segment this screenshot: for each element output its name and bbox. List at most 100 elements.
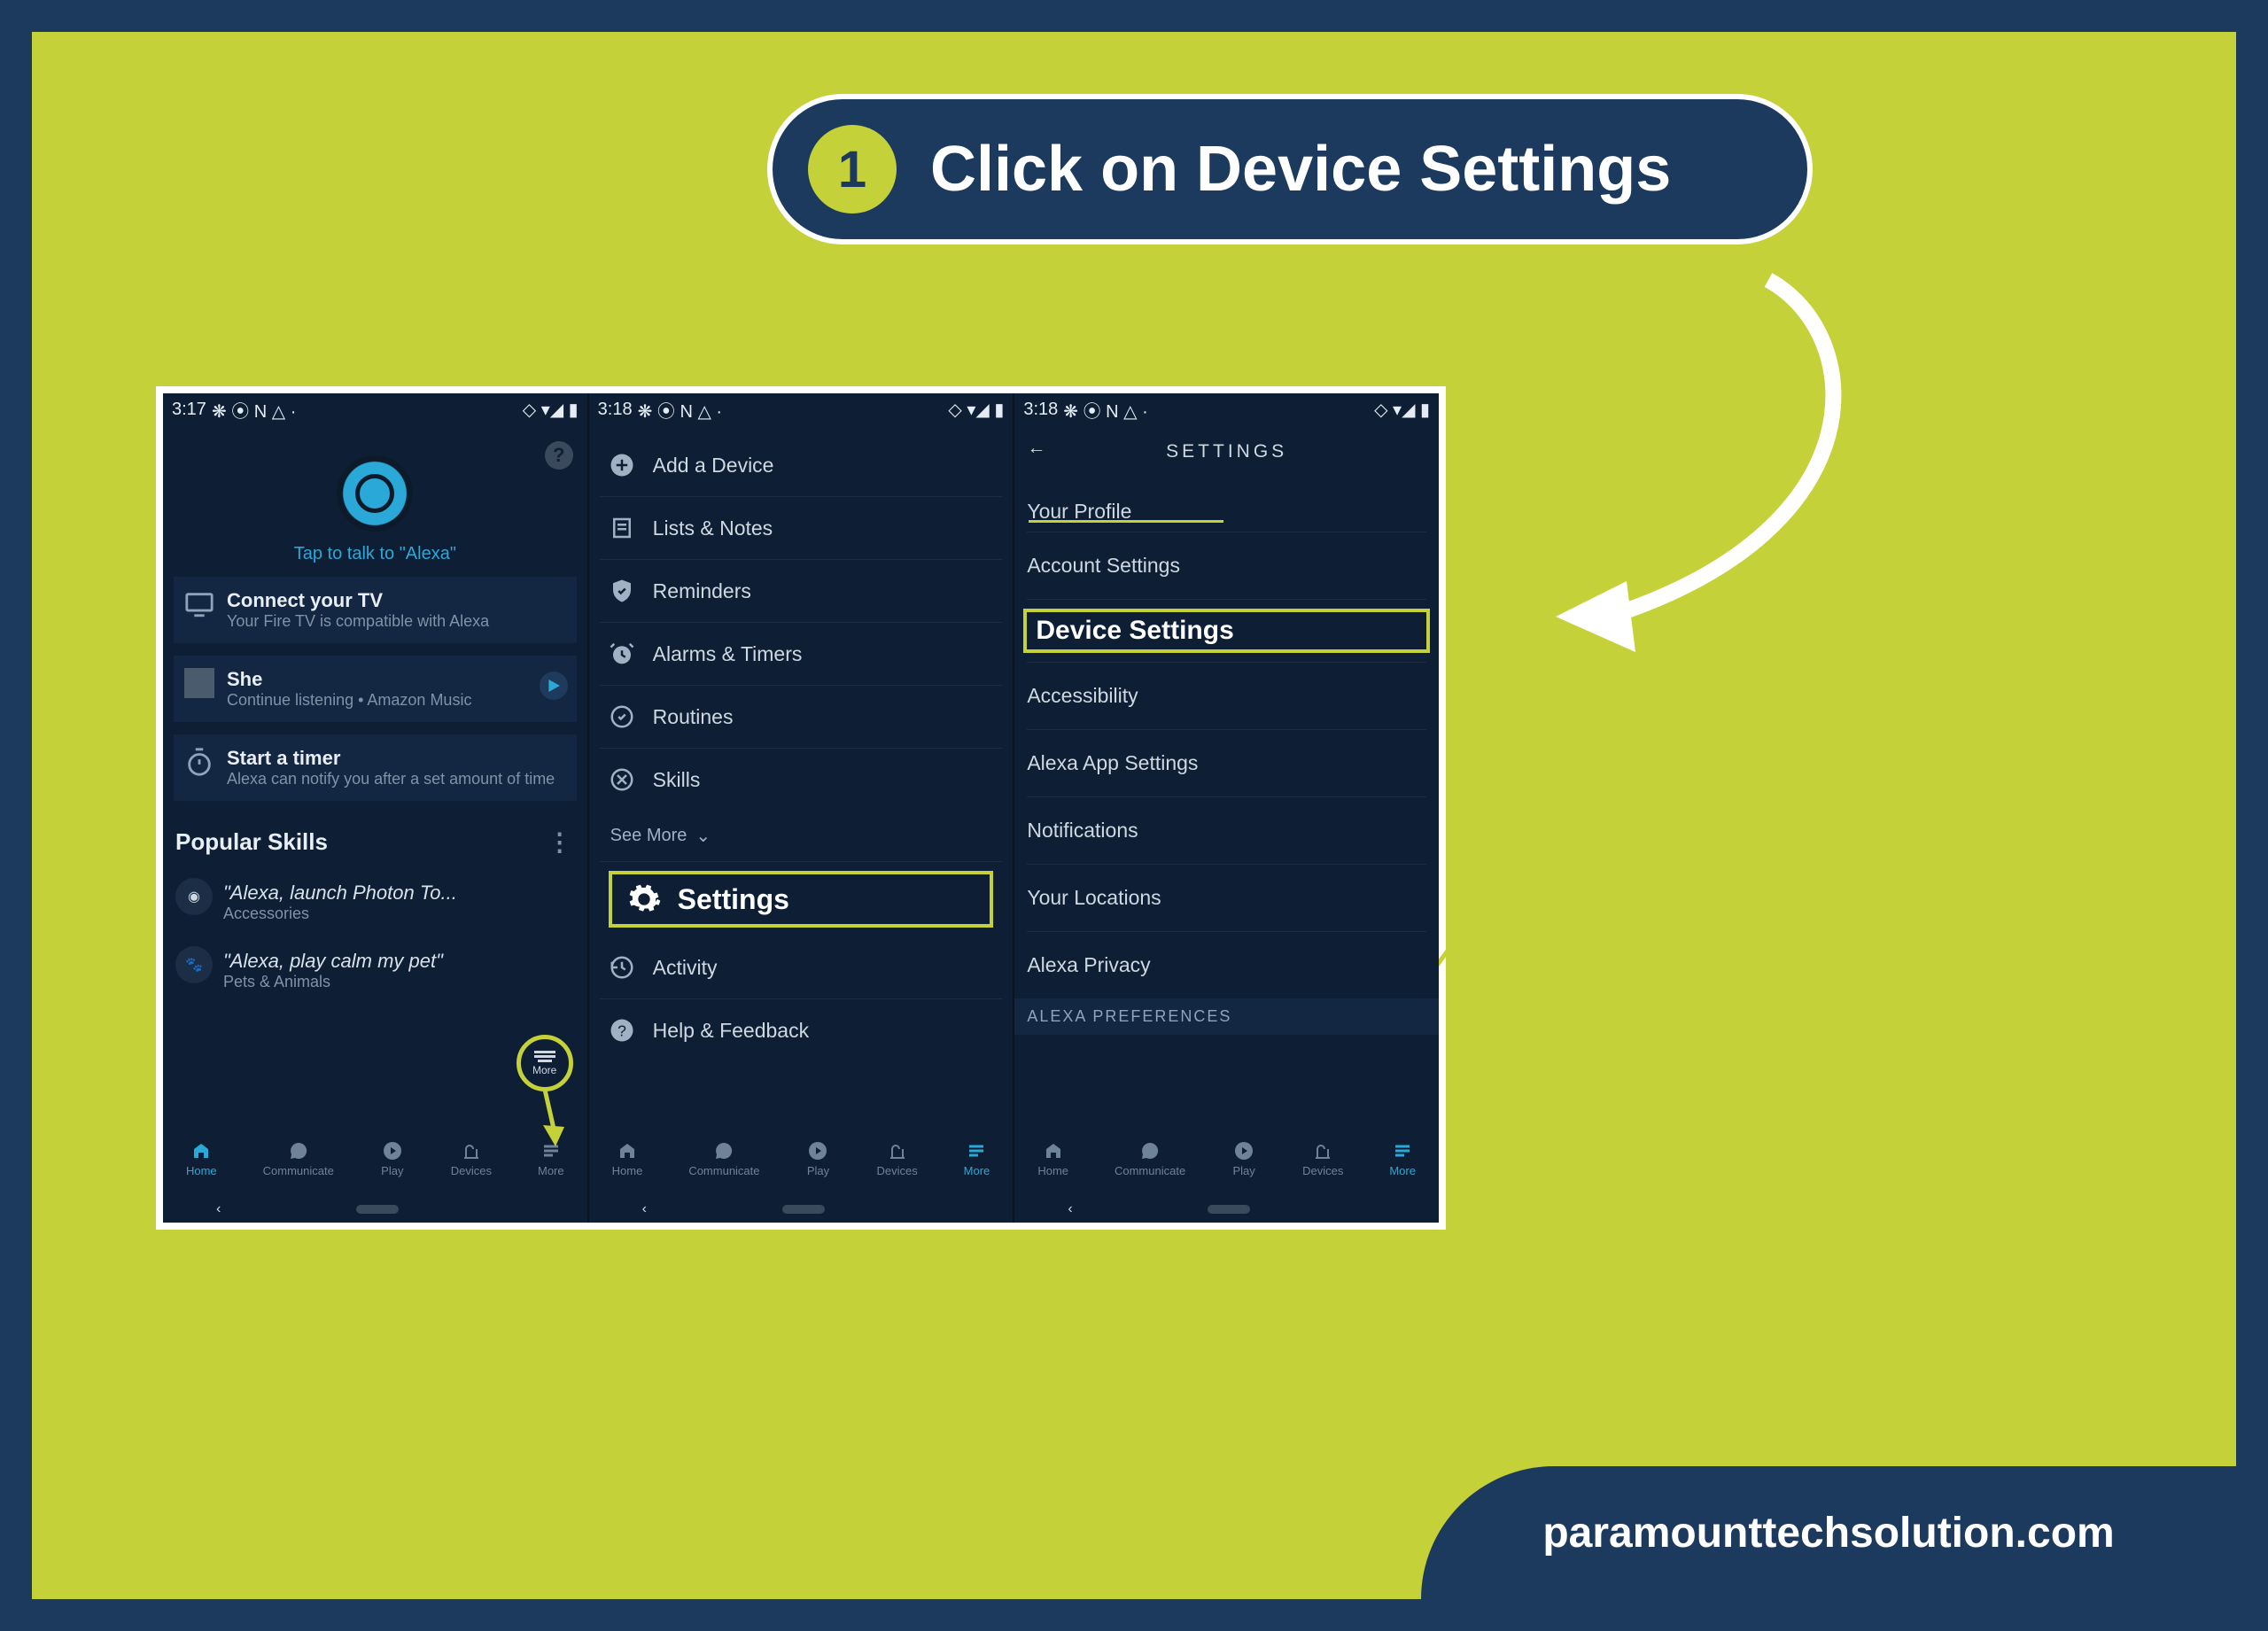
android-soft-bar: ‹ <box>589 1196 1014 1223</box>
nav-home[interactable]: Home <box>612 1140 643 1177</box>
nav-communicate[interactable]: Communicate <box>688 1140 759 1177</box>
alarm-icon <box>609 641 635 667</box>
setting-locations[interactable]: Your Locations <box>1027 865 1426 932</box>
card-timer[interactable]: Start a timer Alexa can notify you after… <box>174 734 577 801</box>
nav-more[interactable]: More <box>1389 1140 1416 1177</box>
setting-app[interactable]: Alexa App Settings <box>1027 730 1426 797</box>
status-time: 3:17 <box>172 400 206 420</box>
status-icons: ❋ ⦿ N △ · <box>638 397 722 423</box>
help-icon[interactable]: ? <box>545 441 573 470</box>
back-arrow-icon[interactable]: ← <box>1027 438 1049 459</box>
menu-add-device[interactable]: Add a Device <box>600 434 1003 497</box>
bottom-nav: Home Communicate Play Devices More <box>589 1127 1014 1196</box>
nav-devices[interactable]: Devices <box>876 1140 917 1177</box>
nav-home[interactable]: Home <box>186 1140 217 1177</box>
skill-category: Pets & Animals <box>223 973 575 991</box>
status-bar: 3:18❋ ⦿ N △ · ◇ ▾◢ ▮ <box>589 393 1014 425</box>
svg-text:?: ? <box>617 1021 626 1039</box>
setting-account[interactable]: Account Settings <box>1027 532 1426 600</box>
list-icon <box>609 515 635 541</box>
check-shield-icon <box>609 578 635 604</box>
card-sub: Alexa can notify you after a set amount … <box>227 770 564 788</box>
nav-devices[interactable]: Devices <box>451 1140 492 1177</box>
status-right-icons: ◇ ▾◢ ▮ <box>1374 399 1430 421</box>
status-icons: ❋ ⦿ N △ · <box>212 397 296 423</box>
setting-accessibility[interactable]: Accessibility <box>1027 663 1426 730</box>
skill-icon: 🐾 <box>175 946 213 983</box>
setting-privacy[interactable]: Alexa Privacy <box>1027 932 1426 998</box>
nav-play[interactable]: Play <box>1231 1140 1256 1177</box>
routines-icon <box>609 703 635 730</box>
status-icons: ❋ ⦿ N △ · <box>1063 397 1147 423</box>
plus-circle-icon <box>609 452 635 478</box>
status-right-icons: ◇ ▾◢ ▮ <box>948 399 1004 421</box>
card-she[interactable]: She Continue listening • Amazon Music <box>174 656 577 722</box>
profile-underline <box>1029 520 1223 523</box>
card-title: Start a timer <box>227 747 564 770</box>
setting-notifications[interactable]: Notifications <box>1027 797 1426 865</box>
website-credit: paramounttechsolution.com <box>1421 1466 2236 1599</box>
screen-settings: 3:18❋ ⦿ N △ · ◇ ▾◢ ▮ ← SETTINGS Your Pro… <box>1013 393 1439 1223</box>
nav-play[interactable]: Play <box>380 1140 405 1177</box>
more-label: More <box>532 1064 556 1076</box>
more-menu-list: Add a Device Lists & Notes Reminders Ala… <box>600 434 1003 1127</box>
stopwatch-icon <box>184 747 214 777</box>
skill-title: "Alexa, play calm my pet" <box>223 950 575 973</box>
settings-title: SETTINGS <box>1166 441 1287 462</box>
screenshot-row: 3:17 ❋ ⦿ N △ · ◇ ▾◢ ▮ ? Tap to talk to "A… <box>156 386 1446 1230</box>
play-icon[interactable] <box>540 672 568 700</box>
skills-icon <box>609 766 635 793</box>
tv-icon <box>184 589 214 619</box>
step-text: Click on Device Settings <box>930 133 1671 206</box>
nav-communicate[interactable]: Communicate <box>263 1140 334 1177</box>
skill-icon: ◉ <box>175 878 213 915</box>
nav-devices[interactable]: Devices <box>1302 1140 1343 1177</box>
status-time: 3:18 <box>1023 400 1058 420</box>
menu-activity[interactable]: Activity <box>600 936 1003 999</box>
chevron-down-icon: ⌄ <box>695 825 711 847</box>
menu-lists[interactable]: Lists & Notes <box>600 497 1003 560</box>
arrow-annotation <box>1449 262 1892 687</box>
card-sub: Your Fire TV is compatible with Alexa <box>227 612 564 631</box>
settings-header: ← SETTINGS <box>1014 425 1439 478</box>
preferences-header: ALEXA PREFERENCES <box>1014 998 1439 1035</box>
status-time: 3:18 <box>598 400 633 420</box>
status-right-icons: ◇ ▾◢ ▮ <box>523 399 579 421</box>
see-more[interactable]: See More⌄ <box>600 811 1003 862</box>
gear-icon <box>626 882 662 917</box>
card-connect-tv[interactable]: Connect your TV Your Fire TV is compatib… <box>174 577 577 643</box>
tap-to-talk[interactable]: Tap to talk to "Alexa" <box>163 544 587 564</box>
screen-more-menu: 3:18❋ ⦿ N △ · ◇ ▾◢ ▮ Add a Device Lists … <box>587 393 1014 1223</box>
skill-pet[interactable]: 🐾 "Alexa, play calm my pet" Pets & Anima… <box>175 941 575 1000</box>
music-thumb-icon <box>184 668 214 698</box>
skill-title: "Alexa, launch Photon To... <box>223 882 575 905</box>
nav-home[interactable]: Home <box>1037 1140 1068 1177</box>
alexa-logo[interactable] <box>337 455 413 532</box>
vertical-dots-icon[interactable]: ⋮ <box>548 827 575 857</box>
menu-settings-highlighted[interactable]: Settings <box>609 871 994 928</box>
card-title: Connect your TV <box>227 589 564 612</box>
android-soft-bar: ‹ <box>163 1196 587 1223</box>
nav-play[interactable]: Play <box>805 1140 830 1177</box>
status-bar: 3:17 ❋ ⦿ N △ · ◇ ▾◢ ▮ <box>163 393 587 425</box>
menu-alarms[interactable]: Alarms & Timers <box>600 623 1003 686</box>
menu-skills[interactable]: Skills <box>600 749 1003 811</box>
history-icon <box>609 954 635 981</box>
setting-device-highlighted[interactable]: Device Settings <box>1023 609 1430 653</box>
arrow-down-icon <box>529 1090 564 1148</box>
nav-communicate[interactable]: Communicate <box>1115 1140 1185 1177</box>
help-circle-icon: ? <box>609 1017 635 1044</box>
android-soft-bar: ‹ <box>1014 1196 1439 1223</box>
screen-home: 3:17 ❋ ⦿ N △ · ◇ ▾◢ ▮ ? Tap to talk to "A… <box>163 393 587 1223</box>
nav-more[interactable]: More <box>964 1140 990 1177</box>
bottom-nav: Home Communicate Play Devices More <box>1014 1127 1439 1196</box>
menu-help[interactable]: ?Help & Feedback <box>600 999 1003 1061</box>
status-bar: 3:18❋ ⦿ N △ · ◇ ▾◢ ▮ <box>1014 393 1439 425</box>
bottom-nav: Home Communicate Play Devices More <box>163 1127 587 1196</box>
card-title: She <box>227 668 564 691</box>
menu-routines[interactable]: Routines <box>600 686 1003 749</box>
menu-reminders[interactable]: Reminders <box>600 560 1003 623</box>
more-tab-highlight: More <box>517 1035 573 1091</box>
card-sub: Continue listening • Amazon Music <box>227 691 564 710</box>
skill-photon[interactable]: ◉ "Alexa, launch Photon To... Accessorie… <box>175 873 575 932</box>
